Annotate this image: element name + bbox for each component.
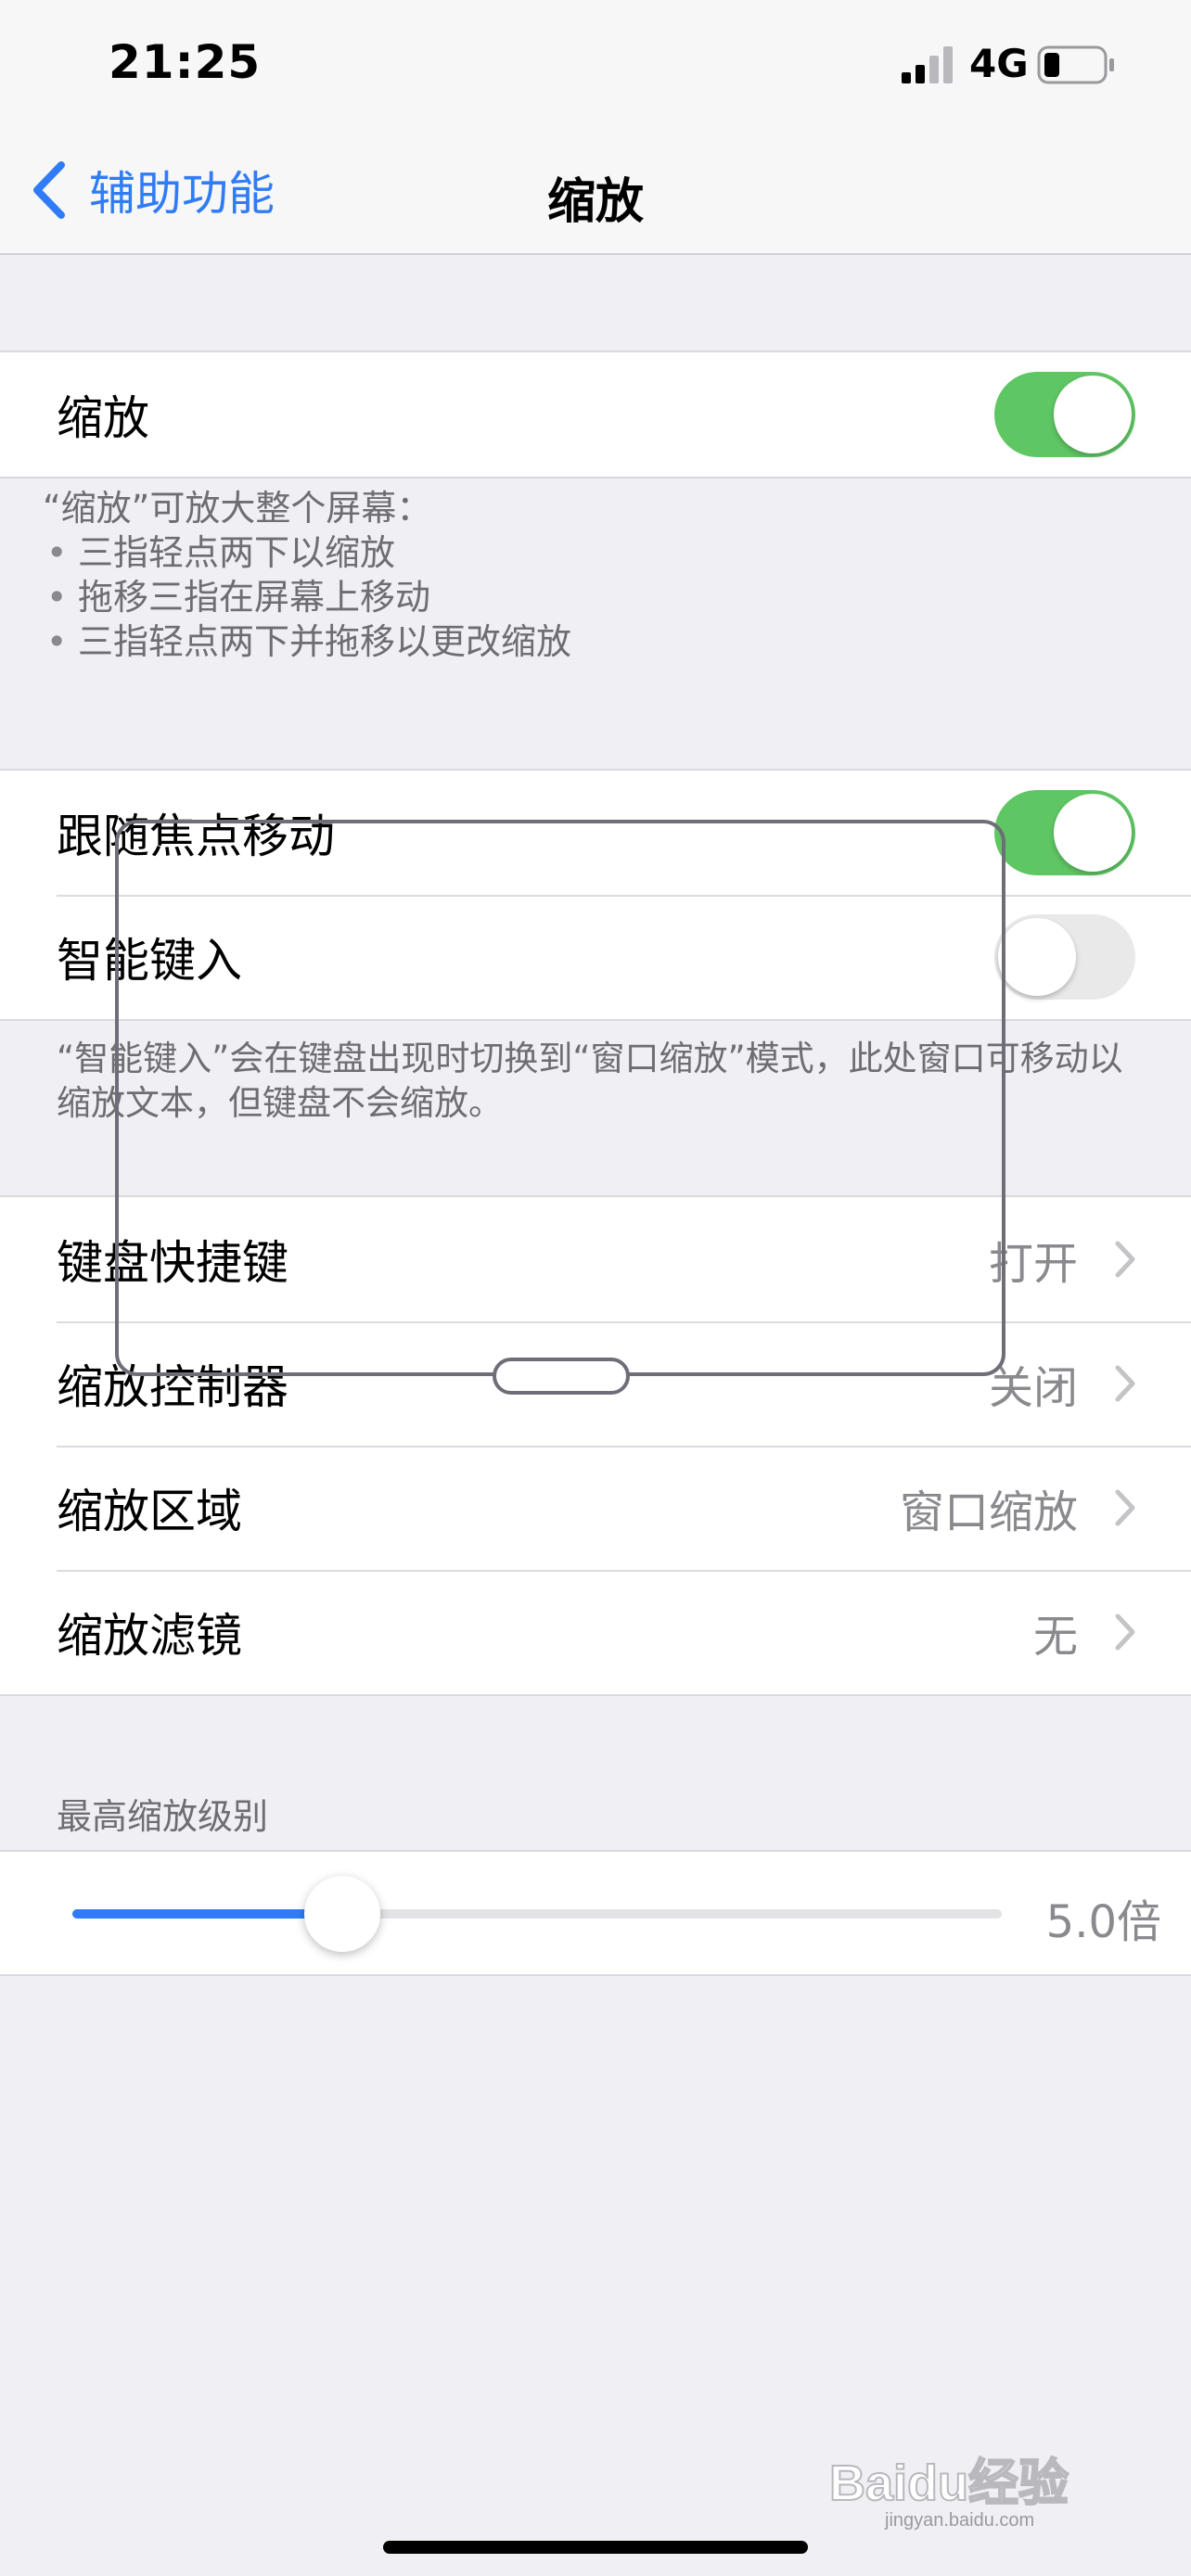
toggle-knob — [1054, 794, 1132, 872]
toggle-knob — [1054, 376, 1132, 453]
list-item: 三指轻点两下以缩放 — [43, 530, 1146, 575]
zoom-row: 缩放 — [0, 352, 1191, 477]
zoom-toggle[interactable] — [994, 372, 1135, 457]
smart-typing-toggle[interactable] — [994, 914, 1135, 1000]
watermark-text: Baidu经验 — [829, 2455, 1069, 2511]
max-zoom-header: 最高缩放级别 — [57, 1796, 269, 1837]
max-zoom-slider-row: 5.0倍 — [0, 1852, 1191, 1974]
zoom-filter-value: 无 — [1032, 1611, 1078, 1663]
zoom-instructions-list: 三指轻点两下以缩放 拖移三指在屏幕上移动 三指轻点两下并拖移以更改缩放 — [43, 530, 1146, 664]
zoom-group: 缩放 — [0, 351, 1191, 478]
network-type: 4G — [969, 41, 1029, 86]
zoom-region-value: 窗口缩放 — [899, 1486, 1078, 1538]
baidu-jingyan-watermark: Baidu经验 jingyan.baidu.com — [829, 2455, 1069, 2531]
status-time: 21:25 — [109, 35, 262, 89]
chevron-right-icon — [1115, 1365, 1135, 1402]
slider-thumb[interactable] — [303, 1876, 380, 1952]
zoom-instructions: “缩放”可放大整个屏幕： 三指轻点两下以缩放 拖移三指在屏幕上移动 三指轻点两下… — [43, 486, 1146, 664]
zoom-region-label: 缩放区域 — [57, 1485, 242, 1538]
page-title: 缩放 — [546, 174, 644, 230]
watermark-subtext: jingyan.baidu.com — [884, 2510, 1034, 2531]
zoom-instructions-intro: “缩放”可放大整个屏幕： — [43, 488, 432, 529]
chevron-right-icon — [1115, 1241, 1135, 1278]
max-zoom-group: 5.0倍 — [0, 1850, 1191, 1976]
zoom-label: 缩放 — [57, 391, 149, 445]
home-indicator[interactable] — [383, 2541, 808, 2554]
zoom-region-row[interactable]: 缩放区域 窗口缩放 — [0, 1446, 1191, 1570]
max-zoom-slider[interactable] — [72, 1876, 1002, 1952]
slider-fill — [72, 1909, 342, 1919]
follow-focus-toggle[interactable] — [994, 790, 1135, 875]
zoom-window-frame[interactable] — [115, 820, 1005, 1376]
battery-low-icon — [1037, 45, 1114, 84]
list-item: 三指轻点两下并拖移以更改缩放 — [43, 619, 1146, 664]
chevron-right-icon — [1115, 1613, 1135, 1651]
zoom-filter-label: 缩放滤镜 — [57, 1609, 242, 1663]
status-bar: 21:25 4G — [0, 0, 1191, 134]
list-item: 拖移三指在屏幕上移动 — [43, 575, 1146, 619]
navigation-bar: 辅助功能 缩放 — [0, 134, 1191, 255]
zoom-filter-row[interactable]: 缩放滤镜 无 — [0, 1570, 1191, 1694]
chevron-right-icon — [1115, 1489, 1135, 1526]
toggle-knob — [998, 918, 1076, 996]
max-zoom-value: 5.0倍 — [1045, 1896, 1161, 1948]
signal-bars-icon — [902, 46, 953, 83]
zoom-window-handle[interactable] — [493, 1358, 630, 1395]
